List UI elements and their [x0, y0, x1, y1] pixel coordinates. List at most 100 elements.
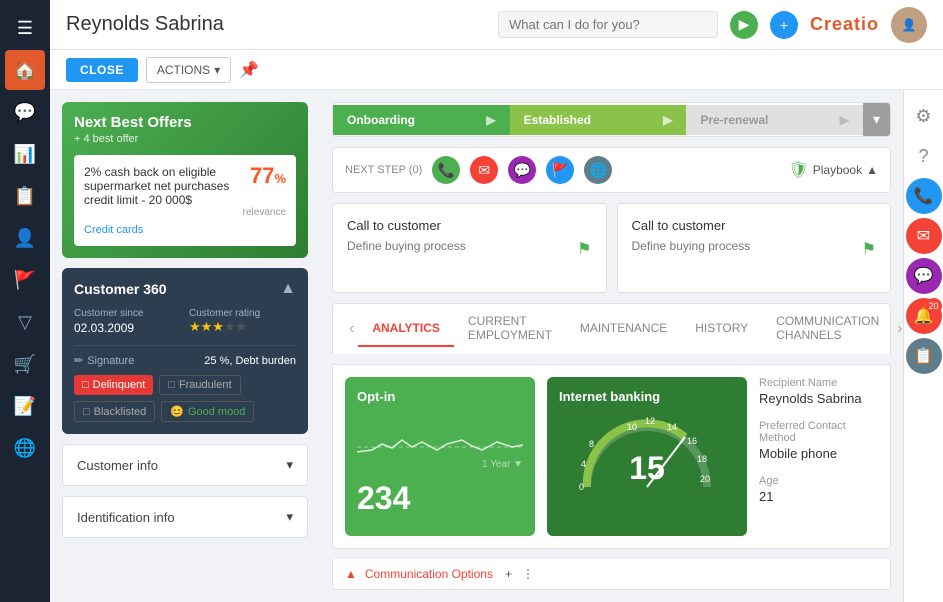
- call-button[interactable]: 📞: [906, 178, 942, 214]
- tab-employment[interactable]: CURRENT EMPLOYMENT: [454, 304, 566, 354]
- step-prerenewal[interactable]: Pre-renewal ▶: [686, 105, 863, 135]
- sidebar-user-icon[interactable]: 👤: [5, 218, 45, 258]
- customer-info-label: Customer info: [77, 458, 158, 473]
- chat-action-icon[interactable]: 💬: [508, 156, 536, 184]
- tabs-next-icon[interactable]: ›: [893, 312, 903, 346]
- badge-good-mood[interactable]: 😊 Good mood: [161, 401, 254, 422]
- svg-text:12: 12: [645, 416, 655, 426]
- phone-action-icon[interactable]: 📞: [432, 156, 460, 184]
- content-area: Next Best Offers + 4 best offer › 2% cas…: [50, 90, 943, 602]
- sidebar-home-icon[interactable]: 🏠: [5, 50, 45, 90]
- customer360-collapse-icon[interactable]: ▲: [280, 280, 296, 298]
- actions-button[interactable]: ACTIONS ▾: [146, 57, 231, 83]
- topbar: Reynolds Sabrina ▶ + Creatio 👤: [50, 0, 943, 50]
- svg-text:16: 16: [687, 436, 697, 446]
- flag-action-icon[interactable]: 🚩: [546, 156, 574, 184]
- customer-since-field: Customer since 02.03.2009: [74, 308, 181, 335]
- pin-icon[interactable]: 📌: [239, 60, 259, 80]
- optin-title: Opt-in: [357, 389, 523, 404]
- recipient-field: Recipient Name Reynolds Sabrina: [759, 377, 878, 406]
- customer360-grid: Customer since 02.03.2009 Customer ratin…: [74, 308, 296, 335]
- play-button[interactable]: ▶: [730, 11, 758, 39]
- tab-history[interactable]: HISTORY: [681, 311, 762, 347]
- document-button[interactable]: 📋: [906, 338, 942, 374]
- nbo-link[interactable]: Credit cards: [84, 224, 286, 236]
- step-established-arrow: ▶: [663, 113, 672, 127]
- playbook-button[interactable]: 🛡 Playbook ▲: [788, 160, 878, 180]
- progress-dropdown[interactable]: ▾: [863, 103, 890, 136]
- add-communication-icon[interactable]: +: [505, 567, 512, 581]
- gauge-chart: 0 4 8 10 12 14 16 18 20 15: [559, 412, 735, 492]
- sidebar-chat-icon[interactable]: 💬: [5, 92, 45, 132]
- right-actions-panel: ⚙ ? 📞 ✉ 💬 🔔 20 📋: [903, 90, 943, 602]
- optin-card: Opt-in 1 Year ▼ 234: [345, 377, 535, 536]
- call-card-2-subtitle: Define buying process ⚑: [632, 239, 877, 253]
- sidebar-list-icon[interactable]: 📋: [5, 176, 45, 216]
- tab-communication[interactable]: COMMUNICATION CHANNELS: [762, 304, 893, 354]
- add-button[interactable]: +: [770, 11, 798, 39]
- tabs-prev-icon[interactable]: ‹: [345, 312, 358, 346]
- identification-info-section[interactable]: Identification info ▾: [62, 496, 308, 538]
- sidebar-cart-icon[interactable]: 🛒: [5, 344, 45, 384]
- nbo-subtitle: + 4 best offer: [74, 133, 192, 145]
- chart-period[interactable]: 1 Year ▼: [482, 459, 523, 470]
- web-action-icon[interactable]: 🌐: [584, 156, 612, 184]
- email-button[interactable]: ✉: [906, 218, 942, 254]
- notification-button[interactable]: 🔔 20: [906, 298, 942, 334]
- notification-badge: 20: [926, 298, 942, 314]
- rating-stars: ★★★★★: [189, 319, 296, 335]
- bottom-bar[interactable]: ▲ Communication Options + ⋮: [332, 559, 891, 590]
- sidebar-filter-icon[interactable]: ▽: [5, 302, 45, 342]
- help-button[interactable]: ?: [906, 138, 942, 174]
- badge-blacklisted[interactable]: □ Blacklisted: [74, 401, 155, 422]
- badge-delinquent[interactable]: □ Delinquent: [74, 375, 153, 395]
- flag-icon-1[interactable]: ⚑: [577, 239, 591, 259]
- customer360-header: Customer 360 ▲: [74, 280, 296, 298]
- info-panel: Recipient Name Reynolds Sabrina Preferre…: [759, 377, 878, 536]
- chat-button[interactable]: 💬: [906, 258, 942, 294]
- call-card-1-subtitle: Define buying process ⚑: [347, 239, 592, 253]
- nbo-card[interactable]: Next Best Offers + 4 best offer › 2% cas…: [62, 102, 308, 258]
- step-onboarding[interactable]: Onboarding ▶: [333, 105, 510, 135]
- step-established-label: Established: [524, 113, 591, 127]
- sidebar-menu-icon[interactable]: ☰: [5, 8, 45, 48]
- customer-info-section[interactable]: Customer info ▾: [62, 444, 308, 486]
- call-card-2-title: Call to customer: [632, 218, 877, 233]
- optin-chart: 1 Year ▼: [357, 412, 523, 472]
- mood-icon: 😊: [170, 405, 184, 418]
- ibanking-title: Internet banking: [559, 389, 735, 404]
- next-step-label: NEXT STEP (0): [345, 164, 422, 176]
- playbook-label: Playbook: [813, 163, 862, 177]
- flag-icon-2[interactable]: ⚑: [862, 239, 876, 259]
- optin-value: 234: [357, 480, 523, 517]
- progress-bar: Onboarding ▶ Established ▶ Pre-renewal ▶…: [332, 102, 891, 137]
- sidebar-analytics-icon[interactable]: 📊: [5, 134, 45, 174]
- sidebar-flag-icon[interactable]: 🚩: [5, 260, 45, 300]
- email-action-icon[interactable]: ✉: [470, 156, 498, 184]
- avatar[interactable]: 👤: [891, 7, 927, 43]
- tab-analytics[interactable]: ANALYTICS: [358, 311, 454, 347]
- more-options-icon[interactable]: ⋮: [522, 567, 534, 581]
- ibanking-value: 15: [629, 450, 665, 487]
- contact-method-field: Preferred Contact Method Mobile phone: [759, 420, 878, 461]
- badge-fraudulent[interactable]: □ Fraudulent: [159, 375, 240, 395]
- svg-text:10: 10: [627, 422, 637, 432]
- page-title: Reynolds Sabrina: [66, 13, 486, 36]
- settings-button[interactable]: ⚙: [906, 98, 942, 134]
- nbo-offer: 2% cash back on eligible supermarket net…: [74, 155, 296, 246]
- close-button[interactable]: CLOSE: [66, 58, 138, 82]
- fraudulent-icon: □: [168, 379, 175, 391]
- tab-maintenance[interactable]: MAINTENANCE: [566, 311, 681, 347]
- step-prerenewal-arrow: ▶: [840, 113, 849, 127]
- age-field: Age 21: [759, 475, 878, 504]
- step-established[interactable]: Established ▶: [510, 105, 687, 135]
- search-input[interactable]: [498, 11, 718, 38]
- svg-text:14: 14: [667, 422, 677, 432]
- step-onboarding-arrow: ▶: [486, 113, 495, 127]
- actions-chevron-icon: ▾: [214, 63, 220, 77]
- svg-text:20: 20: [700, 474, 710, 484]
- sidebar-globe-icon[interactable]: 🌐: [5, 428, 45, 468]
- sidebar-edit-icon[interactable]: 📝: [5, 386, 45, 426]
- action-bar: CLOSE ACTIONS ▾ 📌: [50, 50, 943, 90]
- identification-info-chevron: ▾: [286, 509, 293, 525]
